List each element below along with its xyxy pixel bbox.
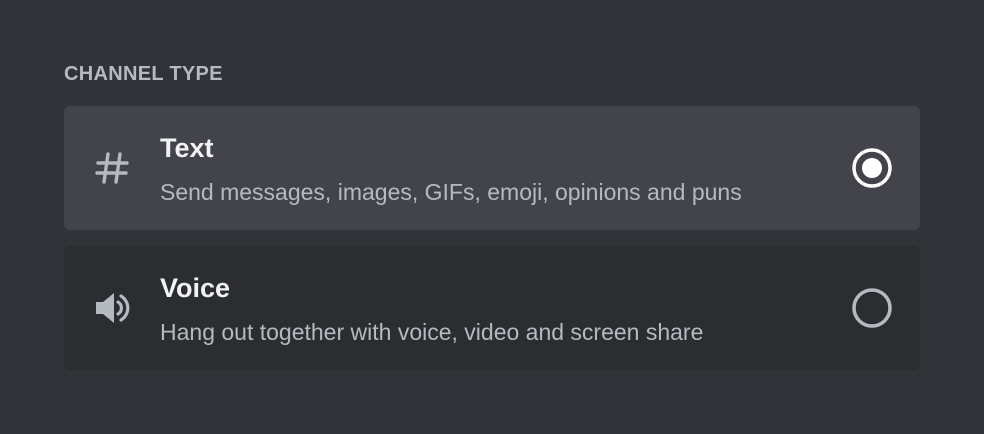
option-description: Send messages, images, GIFs, emoji, opin… bbox=[160, 179, 742, 205]
channel-type-option-text[interactable]: Text Send messages, images, GIFs, emoji,… bbox=[64, 106, 920, 230]
section-title: CHANNEL TYPE bbox=[64, 63, 223, 85]
channel-type-option-voice[interactable]: Voice Hang out together with voice, vide… bbox=[64, 246, 920, 370]
hashtag-icon bbox=[90, 146, 134, 190]
option-description: Hang out together with voice, video and … bbox=[160, 319, 704, 345]
speaker-icon bbox=[90, 286, 134, 330]
radio-unselected-icon[interactable] bbox=[850, 286, 894, 330]
radio-selected-icon[interactable] bbox=[850, 146, 894, 190]
option-title: Voice bbox=[160, 273, 231, 303]
option-title: Text bbox=[160, 133, 214, 163]
